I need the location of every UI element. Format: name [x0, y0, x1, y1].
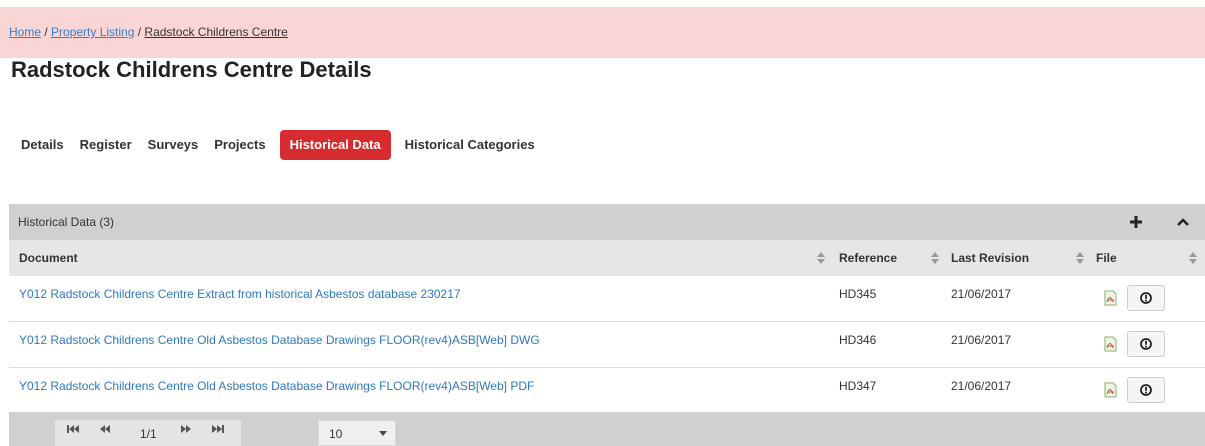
- breadcrumb-property-listing-link[interactable]: Property Listing: [51, 25, 134, 39]
- first-page-icon[interactable]: [63, 421, 83, 437]
- document-link[interactable]: Y012 Radstock Childrens Centre Extract f…: [19, 287, 461, 301]
- document-link[interactable]: Y012 Radstock Childrens Centre Old Asbes…: [19, 333, 540, 347]
- sort-icon[interactable]: [1189, 252, 1197, 264]
- last-revision-cell: 21/06/2017: [951, 333, 1012, 347]
- table-row: Y012 Radstock Childrens Centre Extract f…: [9, 276, 1205, 322]
- tab-details[interactable]: Details: [13, 130, 72, 160]
- pdf-icon[interactable]: [1104, 336, 1117, 352]
- download-icon: [1140, 292, 1152, 304]
- pager: 1/1 10: [9, 412, 1205, 446]
- column-header-last-revision[interactable]: Last Revision: [951, 251, 1029, 265]
- tab-projects[interactable]: Projects: [206, 130, 273, 160]
- plus-icon[interactable]: [1126, 212, 1146, 232]
- download-icon: [1140, 338, 1152, 350]
- page-title: Radstock Childrens Centre Details: [11, 57, 372, 82]
- last-revision-cell: 21/06/2017: [951, 287, 1012, 301]
- table-header: Document Reference Last Revision File: [9, 240, 1205, 276]
- reference-cell: HD345: [839, 287, 877, 301]
- download-button[interactable]: [1127, 331, 1165, 357]
- document-link[interactable]: Y012 Radstock Childrens Centre Old Asbes…: [19, 379, 534, 393]
- panel-title: Historical Data (3): [18, 215, 115, 229]
- breadcrumb-current: Radstock Childrens Centre: [144, 25, 288, 39]
- sort-icon[interactable]: [931, 252, 939, 264]
- panel-header: Historical Data (3): [9, 204, 1205, 240]
- reference-cell: HD347: [839, 379, 877, 393]
- download-button[interactable]: [1127, 377, 1165, 403]
- breadcrumb: Home / Property Listing / Radstock Child…: [9, 25, 288, 39]
- pdf-icon[interactable]: [1104, 382, 1117, 398]
- breadcrumb-home-link[interactable]: Home: [9, 25, 41, 39]
- column-header-document[interactable]: Document: [19, 251, 78, 265]
- last-revision-cell: 21/06/2017: [951, 379, 1012, 393]
- tab-bar: Details Register Surveys Projects Histor…: [13, 130, 543, 160]
- column-header-reference[interactable]: Reference: [839, 251, 897, 265]
- chevron-down-icon: [379, 431, 387, 436]
- download-button[interactable]: [1127, 285, 1165, 311]
- prev-page-icon[interactable]: [95, 421, 115, 437]
- download-icon: [1140, 384, 1152, 396]
- tab-surveys[interactable]: Surveys: [140, 130, 207, 160]
- column-header-file[interactable]: File: [1096, 251, 1117, 265]
- tab-historical-data[interactable]: Historical Data: [279, 130, 391, 160]
- table-row: Y012 Radstock Childrens Centre Old Asbes…: [9, 322, 1205, 368]
- sort-icon[interactable]: [1076, 252, 1084, 264]
- chevron-up-icon[interactable]: [1173, 212, 1193, 232]
- sort-icon[interactable]: [817, 252, 825, 264]
- tab-register[interactable]: Register: [72, 130, 140, 160]
- last-page-icon[interactable]: [208, 421, 228, 437]
- breadcrumb-separator: /: [134, 25, 145, 39]
- tab-historical-categories[interactable]: Historical Categories: [397, 130, 543, 160]
- page-info: 1/1: [140, 427, 157, 441]
- page-size-value: 10: [329, 427, 343, 441]
- next-page-icon[interactable]: [176, 421, 196, 437]
- page-size-select[interactable]: 10: [318, 420, 396, 446]
- table-row: Y012 Radstock Childrens Centre Old Asbes…: [9, 368, 1205, 414]
- pdf-icon[interactable]: [1104, 290, 1117, 306]
- reference-cell: HD346: [839, 333, 877, 347]
- historical-data-panel: Historical Data (3) Document Reference L…: [9, 204, 1205, 446]
- breadcrumb-separator: /: [41, 25, 52, 39]
